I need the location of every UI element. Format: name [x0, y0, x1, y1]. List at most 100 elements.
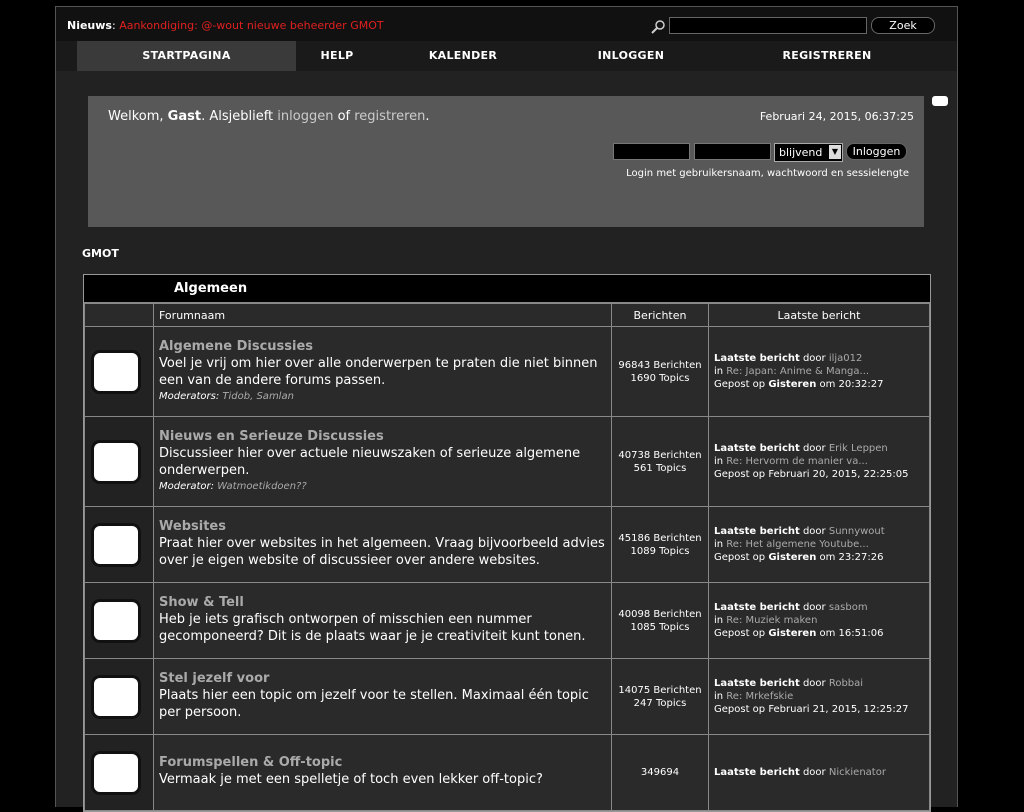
last-post-topic[interactable]: Re: Mrkefskie	[726, 691, 793, 702]
last-post-line: Laatste bericht door Robbai	[714, 677, 924, 690]
moderators-label: Moderators:	[159, 391, 223, 402]
menu-item-kalender[interactable]: KALENDER	[419, 41, 507, 71]
board-status-icon	[91, 349, 141, 394]
last-post-label: Laatste bericht	[714, 767, 800, 778]
board-icon-cell	[84, 658, 154, 735]
period: .	[425, 109, 430, 124]
board-name-link[interactable]: Websites	[159, 519, 606, 534]
top-bar: Nieuws: Aankondiging: @-wout nieuwe behe…	[56, 7, 957, 41]
board-status-icon	[91, 522, 141, 567]
posted-text: Gepost op Februari 21, 2015, 12:25:27	[714, 704, 909, 715]
board-status-icon	[91, 750, 141, 795]
board-icon-cell	[84, 734, 154, 811]
board-info: Nieuws en Serieuze Discussies Discussieer…	[153, 416, 612, 507]
collapse-toggle-icon[interactable]	[932, 96, 948, 106]
last-post-user[interactable]: Robbai	[829, 678, 863, 689]
board-stats: 40738 Berichten 561 Topics	[611, 416, 709, 507]
topic-count: 1089 Topics	[630, 545, 690, 557]
menu-item-help[interactable]: HELP	[299, 41, 375, 71]
welcome-message: Welkom, Gast. Alsjeblieft inloggen of re…	[108, 109, 430, 124]
search-icon	[651, 20, 665, 34]
last-post-line: Laatste bericht door sasbom	[714, 601, 924, 614]
session-length-select[interactable]: blijvend ▼	[774, 143, 843, 162]
last-post-date: Gepost op Februari 20, 2015, 22:25:05	[714, 468, 924, 481]
last-post-user[interactable]: Erik Leppen	[829, 443, 888, 454]
board-icon-cell	[84, 582, 154, 659]
topic-count: 247 Topics	[633, 697, 687, 709]
by-text: door	[799, 443, 829, 454]
last-post-topic[interactable]: Re: Hervorm de manier va...	[726, 456, 868, 467]
page-wrapper: Nieuws: Aankondiging: @-wout nieuwe behe…	[55, 6, 958, 812]
last-post-user[interactable]: ilja012	[829, 353, 863, 364]
news-link[interactable]: Aankondiging: @-wout nieuwe beheerder GM…	[119, 19, 383, 32]
breadcrumb[interactable]: GMOT	[82, 247, 119, 260]
by-text: door	[799, 526, 829, 537]
last-post: Laatste bericht door sasbom in Re: Muziek…	[708, 582, 930, 659]
menu-item-inloggen[interactable]: INLOGGEN	[586, 41, 676, 71]
current-date: Februari 24, 2015, 06:37:25	[759, 110, 914, 123]
board-status-icon	[91, 674, 141, 719]
last-post-user[interactable]: sasbom	[829, 602, 868, 613]
menu-item-startpagina[interactable]: STARTPAGINA	[77, 41, 296, 71]
last-post-topic[interactable]: Re: Muziek maken	[726, 615, 817, 626]
last-post-date: Gepost op Februari 21, 2015, 12:25:27	[714, 703, 924, 716]
last-post-date: Gepost op Gisteren om 23:27:26	[714, 551, 924, 564]
board-icon-cell	[84, 506, 154, 583]
post-count: 96843 Berichten	[618, 359, 702, 371]
table-row: Algemene Discussies Voel je vrij om hier …	[84, 326, 930, 417]
category-header[interactable]: Algemeen	[84, 275, 930, 303]
login-link[interactable]: inloggen	[277, 109, 333, 124]
last-post-line: Laatste bericht door Sunnywout	[714, 525, 924, 538]
register-link[interactable]: registreren	[354, 109, 425, 124]
last-post-user[interactable]: Sunnywout	[829, 526, 885, 537]
welcome-text: Welkom,	[108, 109, 168, 124]
username-field[interactable]	[613, 143, 690, 160]
last-post-user[interactable]: Nickienator	[829, 767, 886, 778]
search-input[interactable]	[669, 17, 867, 34]
post-count: 40098 Berichten	[618, 608, 702, 620]
board-name-link[interactable]: Algemene Discussies	[159, 339, 606, 354]
icon-column-header	[84, 303, 154, 327]
last-post-line: Laatste bericht door ilja012	[714, 352, 924, 365]
search-button[interactable]: Zoek	[871, 17, 935, 34]
or-text: of	[333, 109, 355, 124]
posted-text: Gepost op Februari 20, 2015, 22:25:05	[714, 469, 909, 480]
board-name-link[interactable]: Stel jezelf voor	[159, 671, 606, 686]
board-moderators: Moderators: Tidob, Samlan	[159, 391, 606, 402]
post-count: 45186 Berichten	[618, 532, 702, 544]
board-name-link[interactable]: Nieuws en Serieuze Discussies	[159, 429, 606, 444]
menu-item-registreren[interactable]: REGISTREREN	[771, 41, 883, 71]
moderators-links[interactable]: Watmoetikdoen??	[217, 481, 306, 492]
board-description: Discussieer hier over actuele nieuwszake…	[159, 446, 581, 478]
board-stats: 40098 Berichten 1085 Topics	[611, 582, 709, 659]
posted-time: om 20:32:27	[816, 379, 884, 390]
news-label: Nieuws	[67, 19, 112, 32]
board-description: Vermaak je met een spelletje of toch eve…	[159, 772, 543, 787]
table-header-row: Forumnaam Berichten Laatste bericht	[84, 303, 930, 327]
last-post: Laatste bericht door Erik Leppen in Re: H…	[708, 416, 930, 507]
moderators-links[interactable]: Tidob, Samlan	[222, 391, 294, 402]
board-info: Websites Praat hier over websites in het …	[153, 506, 612, 583]
board-stats: 14075 Berichten 247 Topics	[611, 658, 709, 735]
board-name-link[interactable]: Show & Tell	[159, 595, 606, 610]
board-table: Forumnaam Berichten Laatste bericht Alge…	[84, 303, 930, 811]
news-ticker: Nieuws: Aankondiging: @-wout nieuwe behe…	[67, 19, 384, 32]
moderators-label: Moderator:	[159, 481, 218, 492]
login-button[interactable]: Inloggen	[846, 143, 907, 160]
last-post-date: Gepost op Gisteren om 20:32:27	[714, 378, 924, 391]
board-info: Show & Tell Heb je iets grafisch ontworpe…	[153, 582, 612, 659]
login-hint: Login met gebruikersnaam, wachtwoord en …	[626, 168, 909, 179]
last-post-topic-line: in Re: Het algemene Youtube...	[714, 538, 924, 551]
last-post-topic[interactable]: Re: Japan: Anime & Manga...	[726, 366, 869, 377]
guest-name: Gast	[167, 109, 202, 124]
board-description: Plaats hier een topic om jezelf voor te …	[159, 687, 589, 720]
in-text: in	[714, 366, 727, 377]
last-post: Laatste bericht door Nickienator	[708, 734, 930, 811]
posted-text: Gepost op	[714, 552, 769, 563]
last-post-label: Laatste bericht	[714, 678, 800, 689]
password-field[interactable]	[694, 143, 771, 160]
last-post-topic[interactable]: Re: Het algemene Youtube...	[726, 539, 868, 550]
board-status-icon	[91, 439, 141, 484]
table-row: Websites Praat hier over websites in het …	[84, 506, 930, 583]
posted-text: Gepost op	[714, 379, 769, 390]
